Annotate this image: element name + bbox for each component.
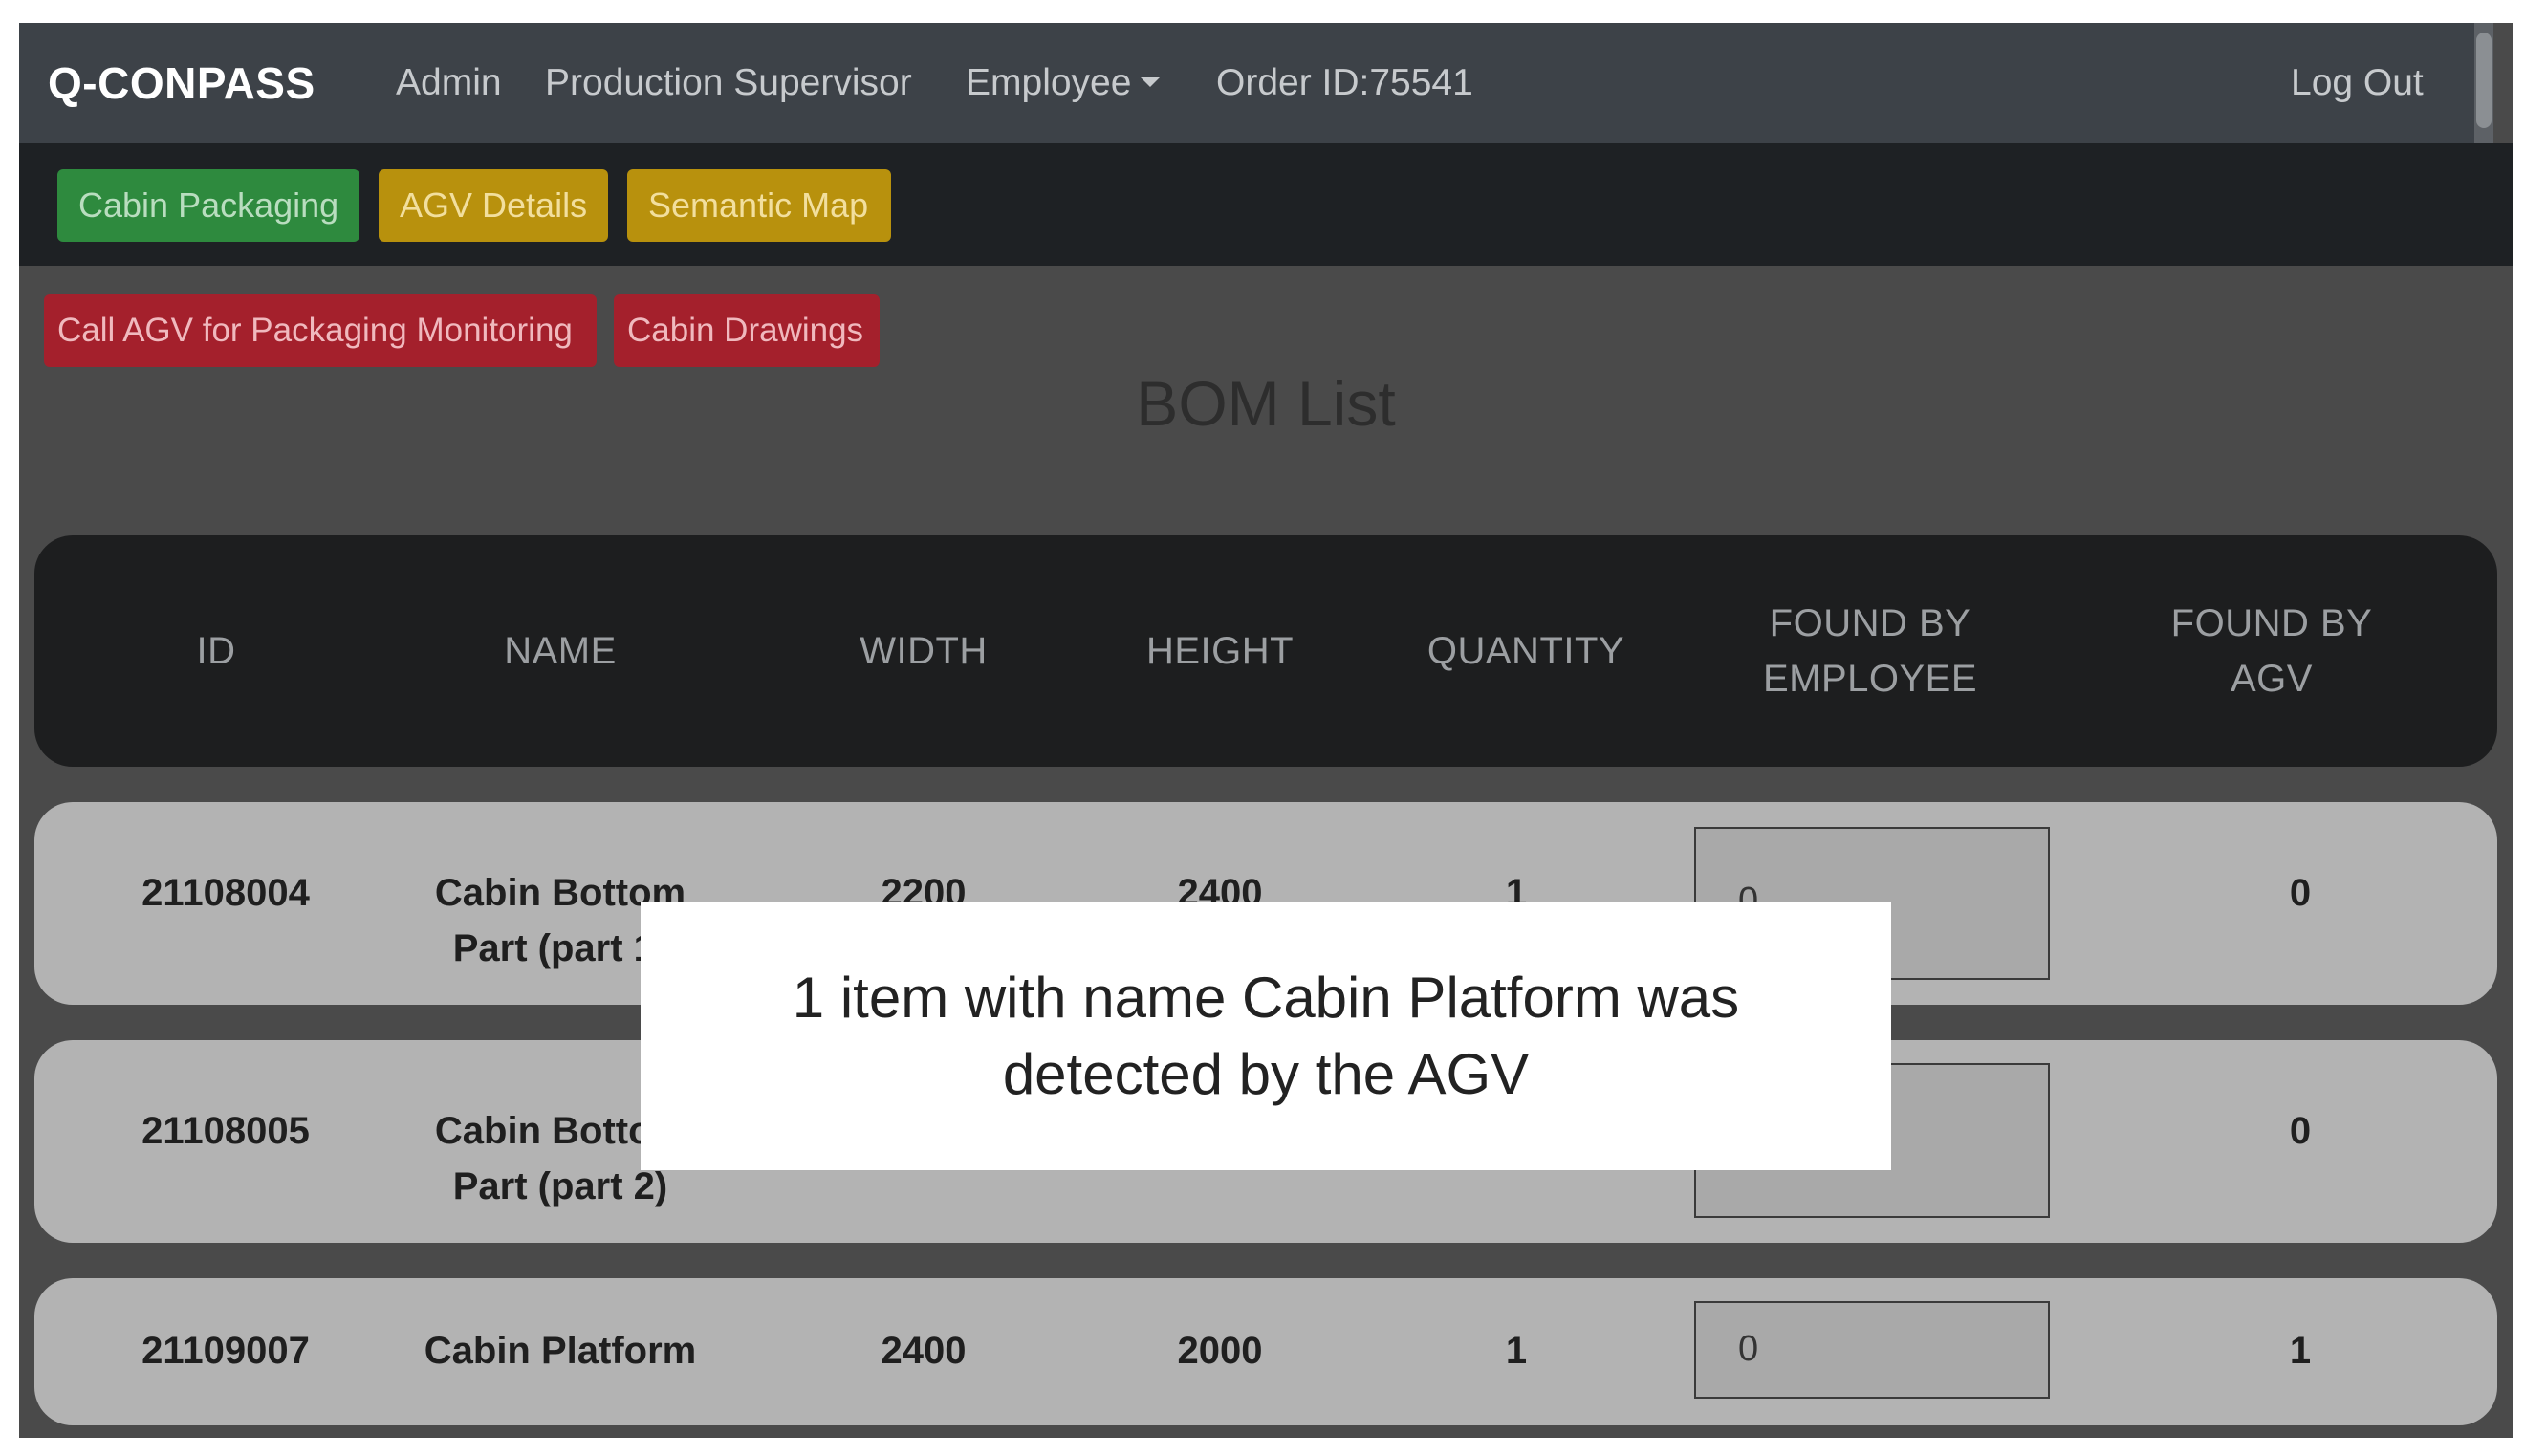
semantic-map-button[interactable]: Semantic Map (627, 169, 891, 242)
scrollbar[interactable] (2474, 23, 2493, 143)
cabin-drawings-button[interactable]: Cabin Drawings (614, 294, 880, 367)
cell-id: 21109007 (141, 1330, 310, 1372)
cell-name: Cabin Platform (424, 1330, 697, 1372)
table-row: 21109007 Cabin Platform 2400 2000 1 0 1 (34, 1278, 2497, 1425)
cabin-packaging-button[interactable]: Cabin Packaging (57, 169, 359, 242)
app-window: Q-CONPASS Admin Production Supervisor Em… (19, 23, 2513, 1438)
column-header-width: WIDTH (860, 630, 988, 672)
nav-employee-dropdown[interactable]: Employee (966, 23, 1161, 143)
found-by-employee-input[interactable]: 0 (1694, 1301, 2050, 1399)
cell-found-by-agv: 0 (2289, 1110, 2312, 1152)
alert-message: 1 item with name Cabin Platform was dete… (792, 966, 1740, 1106)
column-header-height: HEIGHT (1145, 630, 1295, 672)
brand-logo[interactable]: Q-CONPASS (48, 23, 316, 143)
column-header-quantity: QUANTITY (1426, 630, 1625, 672)
scrollbar-thumb[interactable] (2476, 33, 2492, 128)
top-navbar: Q-CONPASS Admin Production Supervisor Em… (19, 23, 2493, 143)
cell-quantity: 1 (1505, 1330, 1528, 1372)
page-title: BOM List (1136, 368, 1396, 439)
column-header-name: NAME (504, 630, 617, 672)
nav-production-supervisor[interactable]: Production Supervisor (545, 23, 912, 143)
agv-detection-alert[interactable]: 1 item with name Cabin Platform was dete… (641, 902, 1891, 1170)
cell-id: 21108004 (141, 872, 310, 914)
cell-id: 21108005 (141, 1110, 310, 1152)
cell-found-by-agv: 1 (2289, 1330, 2312, 1372)
cell-found-by-agv: 0 (2289, 872, 2312, 914)
order-id: Order ID:75541 (1216, 62, 1473, 103)
column-header-found-by-employee: FOUND BY EMPLOYEE (1762, 602, 1978, 700)
column-header-found-by-agv: FOUND BY AGV (2170, 602, 2373, 700)
sub-toolbar: Cabin Packaging AGV Details Semantic Map (19, 143, 2513, 266)
table-header: ID NAME WIDTH HEIGHT QUANTITY FOUND BY E… (34, 535, 2497, 767)
logout-link[interactable]: Log Out (2291, 23, 2424, 143)
nav-employee-label: Employee (966, 62, 1132, 103)
agv-details-button[interactable]: AGV Details (379, 169, 608, 242)
cell-width: 2400 (881, 1330, 967, 1372)
chevron-down-icon (1141, 76, 1161, 87)
call-agv-button[interactable]: Call AGV for Packaging Monitoring (44, 294, 597, 367)
nav-admin[interactable]: Admin (396, 23, 502, 143)
cell-height: 2000 (1177, 1330, 1263, 1372)
column-header-id: ID (196, 630, 236, 672)
